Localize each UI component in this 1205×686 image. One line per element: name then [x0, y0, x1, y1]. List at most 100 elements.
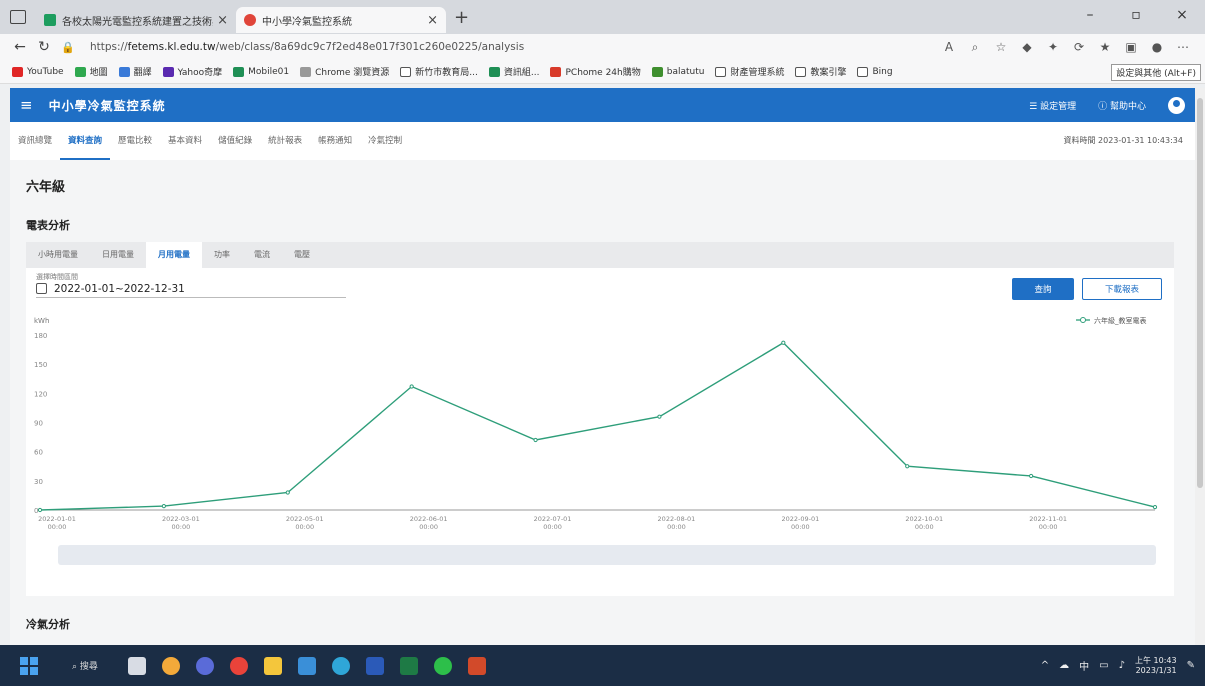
tab-hourly[interactable]: 小時用電量: [26, 242, 90, 268]
bookmark-label: Mobile01: [248, 66, 290, 77]
browser-tab-aircon[interactable]: 中小學冷氣監控系統 ×: [236, 7, 446, 33]
bookmark-yahoo[interactable]: Yahoo奇摩: [162, 65, 223, 78]
nav-overview[interactable]: 資訊總覽: [10, 122, 60, 160]
bookmark-label: 資訊組...: [503, 68, 540, 78]
lock-icon[interactable]: 🔒: [56, 41, 80, 54]
bookmark-label: YouTube: [27, 66, 64, 77]
bookmark-label: Bing: [872, 66, 893, 77]
nav-reports[interactable]: 統計報表: [260, 122, 310, 160]
extension-icon[interactable]: ◆: [1019, 40, 1035, 55]
nav-aircon-control[interactable]: 冷氣控制: [360, 122, 410, 160]
bookmark-lesson[interactable]: 教案引擎: [795, 65, 846, 78]
tab-actions-icon[interactable]: [10, 10, 26, 24]
minimize-icon[interactable]: –: [1067, 0, 1113, 34]
puzzle-icon[interactable]: ✦: [1045, 40, 1061, 55]
download-report-button[interactable]: 下載報表: [1082, 278, 1162, 300]
task-view-icon[interactable]: [127, 656, 146, 675]
favorites-icon[interactable]: ★: [1097, 40, 1113, 55]
settings-tooltip: 設定與其他 (Alt+F): [1111, 64, 1201, 81]
scrollbar-thumb[interactable]: [1197, 98, 1203, 488]
line-icon[interactable]: [433, 656, 452, 675]
pchome-icon: [550, 66, 562, 77]
bookmark-mobile01[interactable]: Mobile01: [233, 66, 290, 77]
excel-icon[interactable]: [399, 656, 418, 675]
windows-start-icon[interactable]: [20, 656, 38, 675]
chevron-up-icon[interactable]: ^: [1041, 660, 1049, 671]
clock-date: 2023/1/31: [1135, 665, 1177, 675]
window-close-icon[interactable]: ×: [1159, 0, 1205, 34]
tab-title: 中小學冷氣監控系統: [262, 16, 352, 28]
query-button[interactable]: 查詢: [1012, 278, 1074, 300]
youtube-icon: [12, 66, 23, 77]
chart-zoom-slider[interactable]: [58, 545, 1156, 565]
close-icon[interactable]: ×: [427, 13, 438, 28]
bookmark-label: Yahoo奇摩: [177, 68, 223, 78]
tab-daily[interactable]: 日用電量: [90, 242, 146, 268]
bookmark-label: 地圖: [89, 68, 108, 78]
notification-icon[interactable]: ✎: [1187, 660, 1195, 671]
page-icon: [400, 66, 412, 77]
edge-icon[interactable]: [331, 656, 350, 675]
photos-icon[interactable]: [297, 656, 316, 675]
monitor-icon[interactable]: ▭: [1099, 660, 1108, 671]
menu-icon[interactable]: ≡: [20, 96, 33, 114]
bookmark-label: balatutu: [666, 66, 705, 77]
collections-icon[interactable]: ▣: [1123, 40, 1139, 55]
favorite-star-icon[interactable]: ☆: [993, 40, 1009, 55]
ime-indicator[interactable]: 中: [1079, 658, 1089, 673]
profile-icon[interactable]: ●: [1149, 40, 1165, 55]
teams-icon[interactable]: [195, 656, 214, 675]
weather-icon[interactable]: [161, 656, 180, 675]
read-aloud-icon[interactable]: A: [941, 40, 957, 55]
nav-topup[interactable]: 儲值紀錄: [210, 122, 260, 160]
bookmark-property[interactable]: 財產管理系統: [715, 65, 784, 78]
tab-monthly[interactable]: 月用電量: [146, 242, 202, 268]
sync-icon[interactable]: ⟳: [1071, 40, 1087, 55]
tab-power[interactable]: 功率: [202, 242, 242, 268]
bookmark-bing[interactable]: Bing: [857, 66, 893, 77]
word-icon[interactable]: [365, 656, 384, 675]
bookmark-label: Chrome 瀏覽資源: [315, 68, 390, 78]
bookmark-info[interactable]: 資訊組...: [488, 65, 540, 78]
map-icon: [74, 66, 86, 77]
volume-icon[interactable]: ♪: [1119, 660, 1125, 671]
bookmark-balatutu[interactable]: balatutu: [651, 66, 705, 77]
user-avatar-icon[interactable]: [1168, 96, 1185, 114]
range-label: 選擇時間區間: [36, 273, 78, 281]
browser-tab-solar[interactable]: 各校太陽光電監控系統建置之技術與民眾... ×: [36, 7, 236, 33]
date-range-input[interactable]: 2022-01-01~2022-12-31: [54, 283, 185, 295]
bookmark-maps[interactable]: 地圖: [74, 65, 108, 78]
url-field[interactable]: https://fetems.kl.edu.tw/web/class/8a69d…: [90, 41, 941, 53]
settings-link[interactable]: ☰ 設定管理: [1029, 99, 1076, 112]
more-icon[interactable]: ⋯: [1175, 40, 1191, 55]
chrome-taskbar-icon[interactable]: [229, 656, 248, 675]
bookmark-label: 財產管理系統: [730, 68, 785, 78]
bookmark-pchome[interactable]: PChome 24h購物: [550, 65, 641, 78]
nav-basic-info[interactable]: 基本資料: [160, 122, 210, 160]
close-icon[interactable]: ×: [217, 13, 228, 28]
nav-data-query[interactable]: 資料查詢: [60, 122, 111, 160]
powerpoint-icon[interactable]: [467, 656, 486, 675]
help-link[interactable]: ⓘ 幫助中心: [1098, 99, 1146, 112]
bookmark-chrome[interactable]: Chrome 瀏覽資源: [300, 65, 389, 78]
nav-compare[interactable]: 歷電比較: [110, 122, 160, 160]
bookmark-translate[interactable]: 翻譯: [118, 65, 152, 78]
bookmark-youtube[interactable]: YouTube: [12, 66, 64, 77]
clock[interactable]: 上午 10:43 2023/1/31: [1135, 656, 1177, 676]
file-explorer-icon[interactable]: [263, 656, 282, 675]
back-icon[interactable]: ←: [8, 39, 32, 55]
taskbar-search[interactable]: ⌕ 搜尋: [72, 659, 98, 672]
bookmark-edu[interactable]: 新竹市教育局...: [400, 65, 478, 78]
page-scrollbar[interactable]: [1195, 88, 1205, 645]
nav-notice[interactable]: 帳務通知: [310, 122, 360, 160]
meter-tabs: 小時用電量 日用電量 月用電量 功率 電流 電壓: [26, 242, 1174, 268]
zoom-icon[interactable]: ⌕: [967, 40, 983, 55]
refresh-icon[interactable]: ↻: [32, 39, 56, 55]
new-tab-icon[interactable]: +: [454, 7, 469, 28]
cloud-icon[interactable]: ☁: [1059, 660, 1069, 671]
tab-current[interactable]: 電流: [242, 242, 282, 268]
section-title: 電表分析: [26, 219, 70, 232]
tab-voltage[interactable]: 電壓: [282, 242, 322, 268]
maximize-icon[interactable]: ▫: [1113, 0, 1159, 34]
calendar-icon[interactable]: [36, 283, 47, 294]
